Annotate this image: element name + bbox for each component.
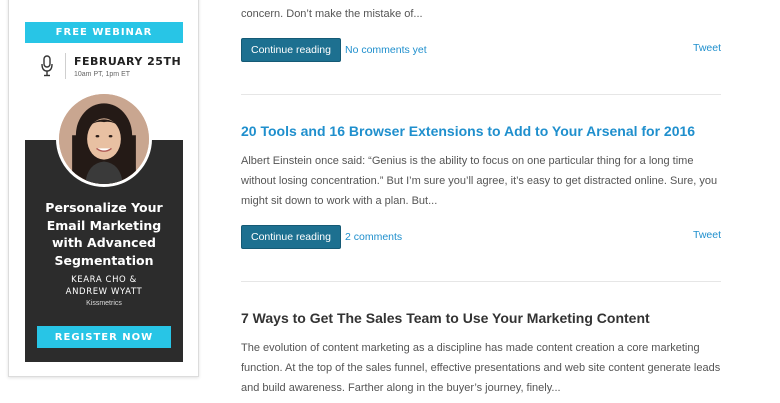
post-actions: Continue reading 2 comments Tweet — [241, 225, 721, 251]
headline-line: Personalize Your — [45, 200, 163, 215]
excerpt-line: might sit down to work with a plan. But.… — [241, 195, 438, 207]
comments-link[interactable]: 2 comments — [345, 231, 402, 243]
tweet-link[interactable]: Tweet — [693, 229, 721, 241]
webinar-ad[interactable]: FREE WEBINAR FEBRUARY 25TH 10am PT, 1pm … — [25, 22, 183, 362]
post-excerpt: The evolution of content marketing as a … — [241, 338, 721, 398]
post-excerpt-block: Albert Einstein once said: “Genius is th… — [241, 151, 721, 211]
headline-line: Segmentation — [54, 252, 154, 268]
webinar-date: FEBRUARY 25TH — [74, 55, 182, 68]
excerpt-line: and build awareness. Farther along in th… — [241, 382, 561, 394]
webinar-time: 10am PT, 1pm ET — [74, 71, 131, 78]
tweet-link[interactable]: Tweet — [693, 42, 721, 54]
register-now-button[interactable]: REGISTER NOW — [37, 326, 171, 348]
speaker-photo — [59, 94, 149, 184]
speaker-line: ANDREW WYATT — [65, 287, 143, 297]
excerpt-line: The evolution of content marketing as a … — [241, 342, 700, 354]
post-title-link[interactable]: 7 Ways to Get The Sales Team to Use Your… — [241, 309, 721, 327]
post-item: concern. Don’t make the mistake of... — [241, 4, 721, 24]
post-excerpt-block: The evolution of content marketing as a … — [241, 338, 721, 398]
continue-reading-button[interactable]: Continue reading — [241, 225, 341, 249]
webinar-band: FREE WEBINAR — [25, 22, 183, 43]
avatar — [56, 91, 152, 187]
continue-reading-button[interactable]: Continue reading — [241, 38, 341, 62]
speaker-line: KEARA CHO & — [71, 275, 137, 285]
excerpt-line: concern. Don’t make the mistake of... — [241, 8, 423, 20]
microphone-icon — [41, 55, 53, 77]
excerpt-line: Albert Einstein once said: “Genius is th… — [241, 155, 694, 167]
date-separator — [65, 53, 66, 79]
excerpt-line: without losing concentration.” But I’m s… — [241, 175, 718, 187]
post-item: 7 Ways to Get The Sales Team to Use Your… — [241, 309, 721, 327]
webinar-headline: Personalize Your Email Marketing with Ad… — [25, 199, 183, 269]
headline-line: with Advanced — [52, 235, 156, 250]
post-actions: Continue reading No comments yet Tweet — [241, 38, 721, 64]
post-title-link[interactable]: 20 Tools and 16 Browser Extensions to Ad… — [241, 122, 721, 140]
comments-link[interactable]: No comments yet — [345, 44, 427, 56]
webinar-company: Kissmetrics — [86, 300, 122, 307]
headline-line: Email Marketing — [46, 217, 162, 233]
post-divider — [241, 94, 721, 95]
post-excerpt: concern. Don’t make the mistake of... — [241, 4, 721, 24]
webinar-speakers: KEARA CHO & ANDREW WYATT — [25, 274, 183, 298]
post-divider — [241, 281, 721, 282]
excerpt-line: function. At the top of the sales funnel… — [241, 362, 721, 374]
webinar-date-row: FEBRUARY 25TH 10am PT, 1pm ET — [25, 43, 183, 83]
post-item: 20 Tools and 16 Browser Extensions to Ad… — [241, 122, 721, 140]
post-excerpt: Albert Einstein once said: “Genius is th… — [241, 151, 721, 211]
